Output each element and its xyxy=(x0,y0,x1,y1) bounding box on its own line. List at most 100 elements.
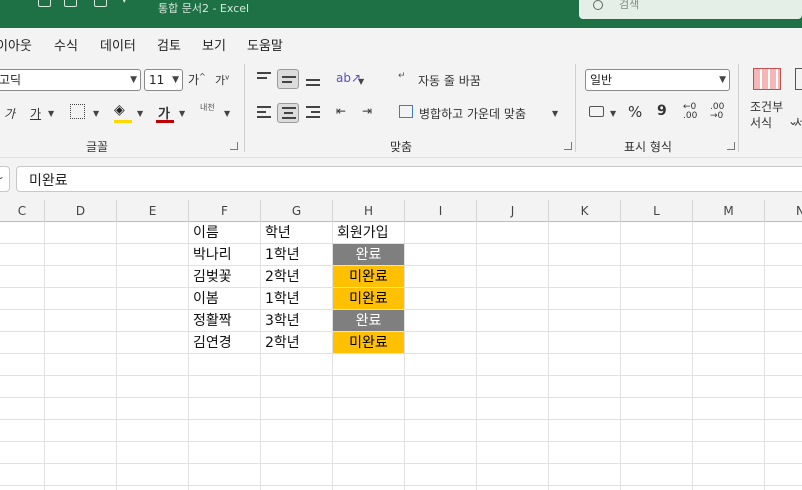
quick-access-icon[interactable] xyxy=(94,0,107,7)
tab-review[interactable]: 검토 xyxy=(157,35,181,54)
table-cell-status[interactable]: 완료 xyxy=(333,244,404,265)
comma-style-button[interactable]: 9 xyxy=(657,103,667,119)
number-format-value: 일반 xyxy=(590,73,613,87)
table-header-grade[interactable]: 학년 xyxy=(261,222,332,244)
table-cell-name[interactable]: 김벚꽃 xyxy=(189,266,260,288)
column-header-n[interactable]: N xyxy=(765,200,802,222)
merge-center-button[interactable]: 병합하고 가운데 맞춤 xyxy=(419,105,526,122)
chevron-down-icon[interactable]: ▼ xyxy=(224,109,230,118)
tab-data[interactable]: 데이터 xyxy=(100,35,136,54)
table-cell-status[interactable]: 완료 xyxy=(333,310,404,331)
worksheet-grid[interactable]: 이름 학년 회원가입 박나리 1학년 완료 김벚꽃 2학년 미완료 이봄 1학년… xyxy=(0,222,802,490)
increase-decimal-icon[interactable]: ←0.00 xyxy=(683,103,697,121)
table-cell-grade[interactable]: 3학년 xyxy=(261,310,332,332)
fill-color-icon[interactable]: ◈ xyxy=(114,102,132,120)
table-cell-name[interactable]: 김연경 xyxy=(189,332,260,354)
customize-qat-icon[interactable]: ▾ xyxy=(122,0,127,6)
decrease-decimal-icon[interactable]: .00 →0 xyxy=(710,103,724,121)
formula-input[interactable]: 미완료 xyxy=(16,166,802,192)
chevron-down-icon[interactable]: ▼ xyxy=(552,109,558,118)
tab-formulas[interactable]: 수식 xyxy=(54,35,78,54)
save-icon[interactable] xyxy=(64,0,77,7)
underline-button[interactable]: 가 xyxy=(30,105,41,122)
tab-view[interactable]: 보기 xyxy=(202,35,226,54)
column-header-e[interactable]: E xyxy=(117,200,189,222)
table-cell-grade[interactable]: 2학년 xyxy=(261,332,332,354)
column-header-h[interactable]: H xyxy=(333,200,405,222)
increase-indent-icon[interactable]: ⇥ xyxy=(362,104,372,118)
borders-icon[interactable] xyxy=(70,104,85,119)
column-header-i[interactable]: I xyxy=(405,200,477,222)
table-header-status[interactable]: 회원가입 xyxy=(333,222,404,244)
top-align-icon[interactable] xyxy=(253,69,275,89)
merge-center-icon[interactable] xyxy=(399,105,413,118)
bottom-align-icon[interactable] xyxy=(302,69,324,89)
table-cell-name[interactable]: 정활짝 xyxy=(189,310,260,332)
conditional-format-icon[interactable] xyxy=(753,68,781,90)
chevron-down-icon[interactable]: ▼ xyxy=(48,109,54,118)
chevron-down-icon[interactable]: ▼ xyxy=(137,109,143,118)
grow-font-glyph: 가 xyxy=(188,73,200,87)
gridline xyxy=(548,222,549,490)
dialog-launcher-icon[interactable] xyxy=(727,142,735,150)
font-size-combo[interactable]: 11 ▼ xyxy=(144,69,183,91)
column-header-k[interactable]: K xyxy=(549,200,621,222)
gridline xyxy=(0,485,802,486)
table-cell-status[interactable]: 미완료 xyxy=(333,288,404,309)
column-header-g[interactable]: G xyxy=(261,200,333,222)
chevron-down-icon[interactable]: ▼ xyxy=(358,77,364,86)
formula-content: 미완료 xyxy=(29,173,68,189)
table-cell-grade[interactable]: 2학년 xyxy=(261,266,332,288)
gridline xyxy=(0,375,802,376)
chevron-down-icon[interactable]: ▼ xyxy=(610,109,616,118)
dialog-launcher-icon[interactable] xyxy=(564,142,572,150)
grow-font-button[interactable]: 가^ xyxy=(188,71,206,88)
column-header-m[interactable]: M xyxy=(693,200,765,222)
decrease-indent-icon[interactable]: ⇤ xyxy=(336,104,346,118)
format-as-table-icon[interactable] xyxy=(795,68,802,90)
tab-help[interactable]: 도움말 xyxy=(247,35,283,54)
menu-bar: 이아웃 수식 데이터 검토 보기 도움말 xyxy=(0,28,802,58)
accounting-format-icon[interactable] xyxy=(589,106,604,117)
column-header-c[interactable]: C xyxy=(0,200,45,222)
gridline xyxy=(0,397,802,398)
middle-align-icon[interactable] xyxy=(277,69,299,89)
column-header-j[interactable]: J xyxy=(477,200,549,222)
name-box[interactable]: ⌄ xyxy=(0,166,10,192)
search-box[interactable]: 검색 xyxy=(579,0,802,19)
format-as-table-label[interactable]: 서 xyxy=(794,114,802,131)
shrink-font-button[interactable]: 가v xyxy=(215,72,229,88)
conditional-format-label-1[interactable]: 조건부 xyxy=(750,98,783,115)
table-header-name[interactable]: 이름 xyxy=(189,222,260,244)
table-cell-status[interactable]: 미완료 xyxy=(333,332,404,353)
italic-button[interactable]: 가 xyxy=(4,105,15,122)
table-cell-name[interactable]: 박나리 xyxy=(189,244,260,266)
table-cell-status[interactable]: 미완료 xyxy=(333,266,404,287)
wrap-text-button[interactable]: 자동 줄 바꿈 xyxy=(418,72,481,89)
chevron-down-icon[interactable]: ▼ xyxy=(93,109,99,118)
gridline xyxy=(476,222,477,490)
conditional-format-label-2[interactable]: 서식 xyxy=(750,114,772,131)
align-center-icon[interactable] xyxy=(277,103,299,123)
percent-style-button[interactable]: % xyxy=(628,103,642,121)
font-name-combo[interactable]: 고딕 ▼ xyxy=(0,69,141,91)
table-cell-name[interactable]: 이봄 xyxy=(189,288,260,310)
table-cell-grade[interactable]: 1학년 xyxy=(261,244,332,266)
phonetic-button[interactable]: 내천 xyxy=(200,102,215,113)
gridline xyxy=(620,222,621,490)
align-left-icon[interactable] xyxy=(253,103,275,123)
tab-page-layout[interactable]: 이아웃 xyxy=(0,35,32,54)
align-right-icon[interactable] xyxy=(302,103,324,123)
number-format-combo[interactable]: 일반 ▼ xyxy=(585,69,730,91)
chevron-down-icon: ⌄ xyxy=(0,172,5,182)
search-placeholder: 검색 xyxy=(619,0,640,11)
dialog-launcher-icon[interactable] xyxy=(230,142,238,150)
undo-icon[interactable] xyxy=(38,0,51,7)
column-header-l[interactable]: L xyxy=(621,200,693,222)
chevron-down-icon[interactable]: ▼ xyxy=(179,109,185,118)
wrap-text-icon[interactable]: ↵ xyxy=(398,71,406,81)
table-cell-grade[interactable]: 1학년 xyxy=(261,288,332,310)
gridline xyxy=(764,222,765,490)
column-header-f[interactable]: F xyxy=(189,200,261,222)
column-header-d[interactable]: D xyxy=(45,200,117,222)
